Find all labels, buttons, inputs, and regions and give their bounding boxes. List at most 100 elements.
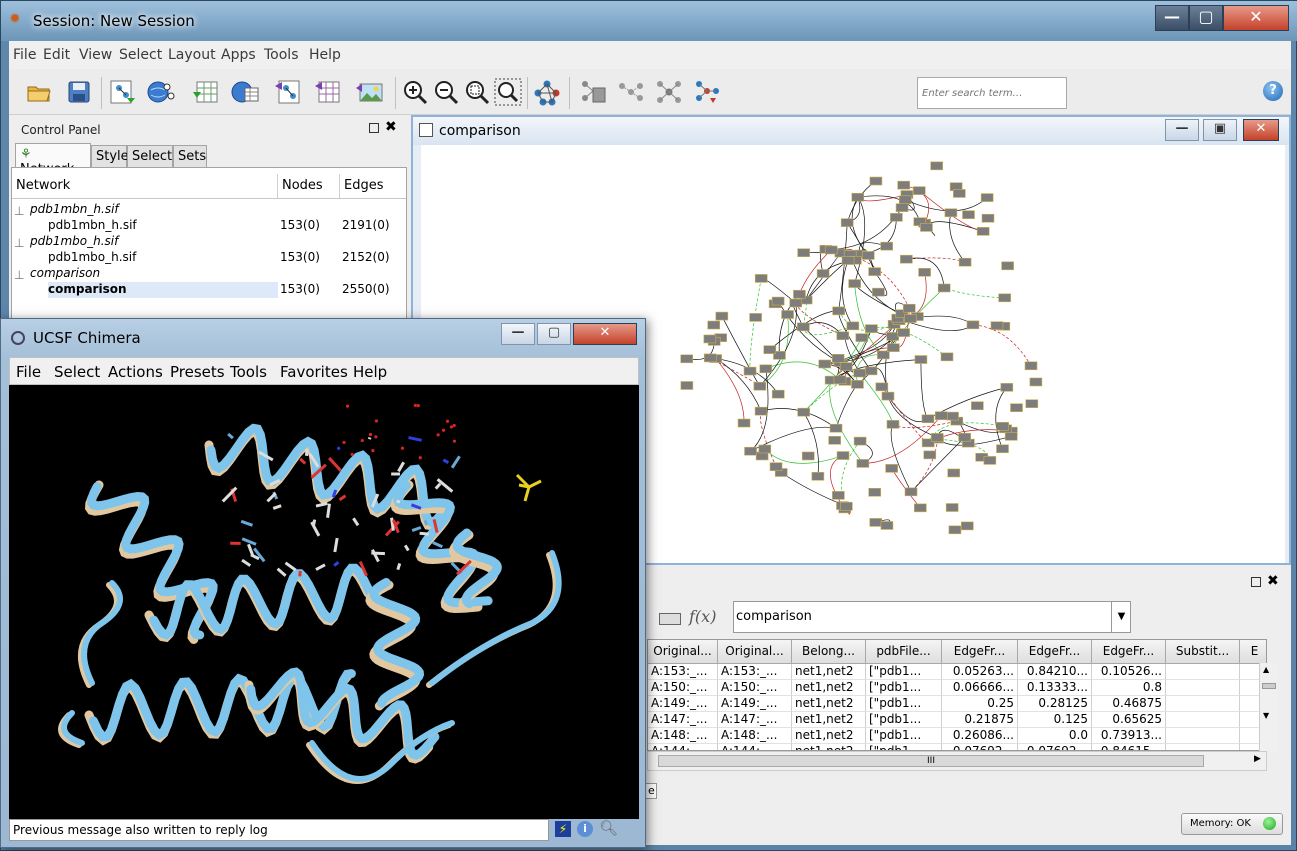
hide-selected-icon[interactable] [579,78,607,106]
zoom-fit-icon[interactable] [463,78,491,106]
chimera-menu-tools[interactable]: Tools [230,363,267,381]
table-cell[interactable]: A:144:_... [648,744,718,750]
collection-row[interactable]: pdb1mbn_h.sif [30,202,119,216]
table-cell[interactable]: 0.05263... [942,664,1018,680]
table-cell[interactable]: net1,net2 [792,712,866,728]
menu-apps[interactable]: Apps [221,47,256,63]
column-header[interactable]: Original... [648,640,718,664]
scroll-right-icon[interactable]: ▶ [1254,754,1261,764]
menu-file[interactable]: File [13,47,36,63]
float-panel-icon[interactable] [1251,577,1261,587]
help-icon[interactable]: ? [1263,81,1283,101]
tab-style[interactable]: Style [91,145,129,167]
float-panel-icon[interactable] [369,123,379,133]
column-header-network[interactable]: Network [12,174,278,198]
table-cell[interactable]: ["pdb1... [866,664,942,680]
view-minimize-button[interactable]: — [1165,119,1199,141]
table-cell[interactable]: A:150:_... [718,680,792,696]
close-button[interactable]: ✕ [1223,5,1289,31]
table-cell[interactable] [1166,680,1240,696]
scroll-thumb[interactable] [1262,683,1276,689]
cytoscape-title-bar[interactable]: ✹ Session: New Session — ▢ ✕ [1,1,1297,41]
table-cell[interactable]: 0.84615... [1092,744,1166,750]
table-cell[interactable]: ["pdb1... [866,744,942,750]
column-header[interactable]: EdgeFr... [1018,640,1092,664]
zoom-in-icon[interactable] [401,78,429,106]
network-row-name[interactable]: pdb1mbo_h.sif [48,250,136,264]
save-icon[interactable] [65,78,93,106]
menu-edit[interactable]: Edit [43,47,70,63]
table-cell[interactable]: 0.28125 [1018,696,1092,712]
column-header[interactable]: Substit... [1166,640,1240,664]
table-cell[interactable]: 0.06666... [942,680,1018,696]
chimera-close-button[interactable]: ✕ [573,323,637,345]
export-table-icon[interactable] [313,78,341,106]
table-cell[interactable]: 0.0 [1018,728,1092,744]
info-icon[interactable]: i [577,821,593,837]
table-cell[interactable] [1166,728,1240,744]
table-cell[interactable]: 0.07692... [942,744,1018,750]
scroll-down-icon[interactable]: ▼ [1263,711,1269,720]
table-cell[interactable]: ["pdb1... [866,680,942,696]
table-cell[interactable]: 0.73913... [1092,728,1166,744]
table-cell[interactable]: A:148:_... [648,728,718,744]
open-folder-icon[interactable] [25,78,53,106]
table-cell[interactable]: A:144:_... [718,744,792,750]
first-neighbors-icon[interactable] [655,78,683,106]
tab-select[interactable]: Select [127,145,173,167]
chevron-down-icon[interactable]: ▼ [1111,601,1131,633]
close-panel-icon[interactable]: ✖ [1267,573,1279,589]
table-cell[interactable] [1166,664,1240,680]
show-columns-icon[interactable] [659,613,681,625]
column-header[interactable]: Belong... [792,640,866,664]
table-cell[interactable]: 0.84210... [1018,664,1092,680]
export-image-icon[interactable] [355,78,383,106]
table-cell[interactable] [1166,744,1240,750]
table-cell[interactable]: A:150:_... [648,680,718,696]
menu-tools[interactable]: Tools [264,47,299,63]
import-network-web-icon[interactable] [147,78,175,106]
export-network-icon[interactable] [273,78,301,106]
table-cell[interactable]: A:148:_... [718,728,792,744]
search-input[interactable] [917,77,1067,109]
table-selector[interactable]: comparison [733,601,1131,633]
tab-network[interactable]: ⚘ Network [15,143,91,177]
new-network-from-selection-icon[interactable] [693,78,721,106]
view-restore-button[interactable]: ▣ [1203,119,1237,141]
table-cell[interactable] [1166,696,1240,712]
table-cell[interactable]: 0.8 [1092,680,1166,696]
menu-select[interactable]: Select [119,47,162,63]
import-network-file-icon[interactable] [109,78,137,106]
collection-row[interactable]: pdb1mbo_h.sif [30,234,118,248]
table-cell[interactable]: net1,net2 [792,744,866,750]
table-cell[interactable]: 0.125 [1018,712,1092,728]
column-header[interactable]: E [1240,640,1266,664]
function-builder-button[interactable]: f(x) [689,607,716,626]
table-cell[interactable]: 0.46875 [1092,696,1166,712]
table-cell[interactable]: A:149:_... [718,696,792,712]
table-cell[interactable]: net1,net2 [792,696,866,712]
zoom-selected-icon[interactable] [494,78,522,106]
table-cell[interactable]: 0.26086... [942,728,1018,744]
chimera-menu-favorites[interactable]: Favorites [280,363,348,381]
scroll-thumb[interactable]: III [658,755,1204,767]
table-cell[interactable]: A:147:_... [648,712,718,728]
menu-help[interactable]: Help [309,47,341,63]
network-row-name[interactable]: pdb1mbn_h.sif [48,218,137,232]
chimera-menu-help[interactable]: Help [353,363,387,381]
table-cell[interactable]: 0.07692... [1018,744,1092,750]
protein-ribbon-structure[interactable] [9,385,639,819]
network-view-title-bar[interactable]: comparison — ▣ ✕ [413,117,1289,145]
menu-layout[interactable]: Layout [168,47,216,63]
table-cell[interactable]: net1,net2 [792,728,866,744]
column-header[interactable]: EdgeFr... [942,640,1018,664]
maximize-button[interactable]: ▢ [1189,5,1223,31]
column-header[interactable]: Original... [718,640,792,664]
minimize-button[interactable]: — [1155,5,1189,31]
import-table-web-icon[interactable] [231,78,259,106]
scroll-up-icon[interactable]: ▲ [1263,665,1269,674]
column-header[interactable]: EdgeFr... [1092,640,1166,664]
chimera-maximize-button[interactable]: ▢ [537,323,571,345]
apply-layout-icon[interactable] [533,78,561,106]
network-row-name-selected[interactable]: comparison [48,282,278,298]
